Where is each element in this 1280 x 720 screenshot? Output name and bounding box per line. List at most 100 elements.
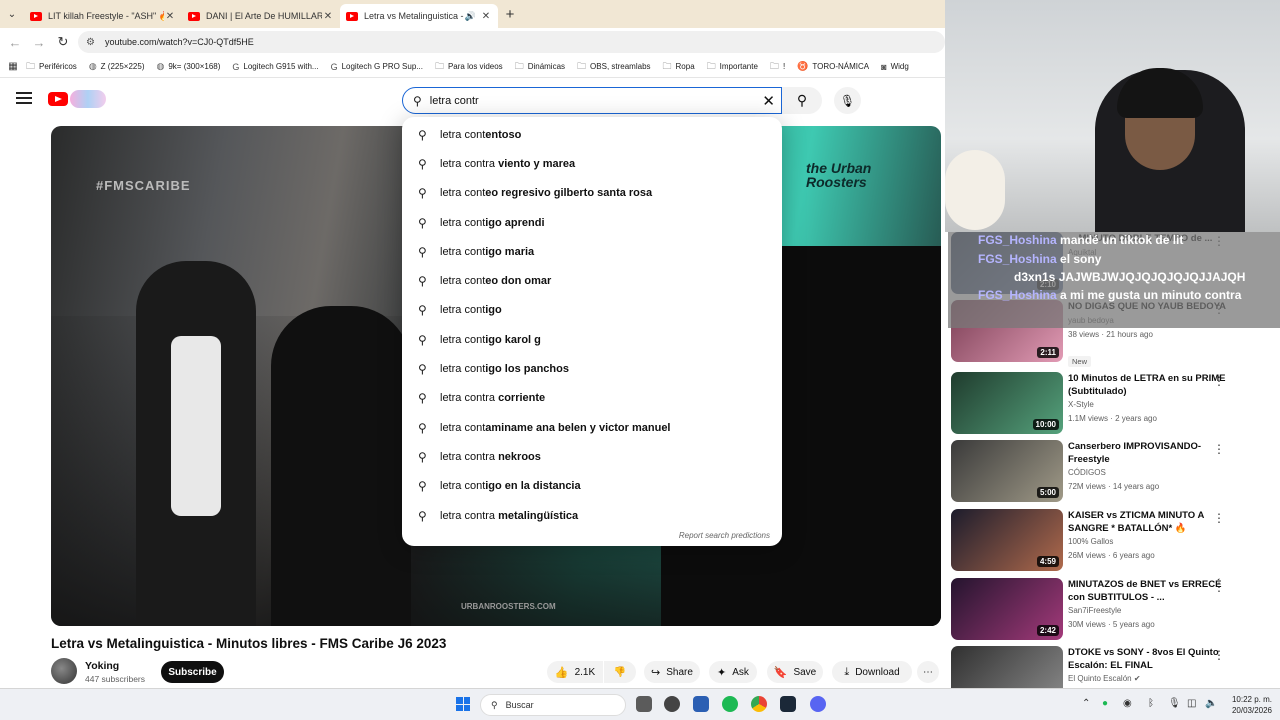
related-channel-name[interactable]: El Quinto Escalón ✔ [1068,674,1141,683]
video-thumbnail[interactable]: 5:00 [951,440,1063,502]
related-channel-name[interactable]: 100% Gallos [1068,537,1113,546]
chrome-icon[interactable] [751,696,767,712]
github-icon[interactable] [664,696,680,712]
bookmark-item[interactable]: 🗀 Importante [707,59,758,75]
site-info-icon[interactable]: ⚙ [86,37,95,48]
bookmark-item[interactable]: ◍ 9k= (300×168) [156,61,220,72]
related-video-item[interactable]: 2:42 MINUTAZOS de BNET vs ERRECÉ con SUBT… [951,578,1271,640]
video-thumbnail[interactable]: 10:00 [951,372,1063,434]
search-box[interactable]: ⚲ letra contr ✕ [402,87,782,114]
related-video-item[interactable]: DTOKE vs SONY - 8vos El Quinto Escalón: … [951,646,1271,688]
tab-3-active[interactable]: Letra vs Metalinguistica - M 🔊 ✕ [340,4,498,28]
save-button[interactable]: 🔖 Save [767,661,823,683]
suggestion-item[interactable]: ⚲ letra cont igo maria [402,237,782,266]
voice-search-icon[interactable]: 🎙 [834,87,861,114]
bluetooth-icon[interactable]: ᛒ [1148,698,1154,709]
discord-icon[interactable] [810,696,826,712]
related-video-item[interactable]: 5:00 Canserbero IMPROVISANDO- Freestyle CÓ… [951,440,1271,502]
reload-icon[interactable]: ↻ [51,34,75,50]
bookmark-item[interactable]: 🗀 Periféricos [26,59,77,75]
suggestion-item[interactable]: ⚲ letra cont igo [402,296,782,325]
share-button[interactable]: ↪ Share [644,661,700,683]
bookmark-item[interactable]: 🗀! [770,59,785,75]
youtube-logo[interactable] [48,92,68,106]
task-view-icon[interactable] [636,696,652,712]
bookmark-item[interactable]: G Logitech G915 with... [232,62,318,72]
suggestion-item[interactable]: ⚲ letra contra corriente [402,384,782,413]
tab-close-icon[interactable]: ✕ [164,11,176,22]
windows-start-icon[interactable] [456,697,470,711]
tray-overflow-icon[interactable]: ⌃ [1082,698,1090,709]
tab-search-dropdown[interactable]: ⌄ [0,0,24,28]
bookmark-item[interactable]: ◙ Widg [881,62,909,72]
suggestion-item[interactable]: ⚲ letra cont igo los panchos [402,354,782,383]
steam-icon[interactable] [780,696,796,712]
video-thumbnail[interactable]: 4:59 [951,509,1063,571]
audio-playing-icon[interactable]: 🔊 [465,11,476,22]
discord-tray-icon[interactable]: ◉ [1123,698,1132,709]
like-button[interactable]: 👍 2.1K [547,661,603,683]
bookmark-item[interactable]: ◍ Z (225×225) [89,61,145,72]
dislike-button[interactable]: 👎 [604,661,636,683]
suggestion-item[interactable]: ⚲ letra cont aminame ana belen y victor ma… [402,413,782,442]
back-icon[interactable]: ← [3,35,27,50]
related-video-title[interactable]: KAISER vs ZTICMA MINUTO A SANGRE * BATAL… [1068,509,1228,535]
youtube-doodle[interactable] [70,90,106,108]
suggestion-item[interactable]: ⚲ letra cont entoso [402,120,782,149]
system-clock[interactable]: 10:22 p. m. 20/03/2026 [1222,694,1272,716]
channel-name[interactable]: Yoking [85,660,119,672]
bookmark-item[interactable]: G Logitech G PRO Sup... [331,62,423,72]
new-tab-button[interactable]: + [498,6,522,23]
url-field[interactable]: ⚙ youtube.com/watch?v=CJ0-QTdf5HE [78,31,945,53]
suggestion-item[interactable]: ⚲ letra cont eo regresivo gilberto santa r… [402,179,782,208]
related-channel-name[interactable]: CÓDIGOS [1068,468,1106,477]
related-video-title[interactable]: Canserbero IMPROVISANDO- Freestyle [1068,440,1228,466]
taskbar-search[interactable]: ⚲ Buscar [480,694,626,716]
more-options-icon[interactable]: ⋮ [1213,442,1225,456]
mic-tray-icon[interactable]: 🎙 [1168,698,1181,709]
forward-icon[interactable]: → [27,35,51,50]
clear-search-icon[interactable]: ✕ [762,92,775,110]
search-button[interactable]: ⚲ [782,87,822,114]
ask-button[interactable]: ✦ Ask [709,661,757,683]
related-video-item[interactable]: 10:00 10 Minutos de LETRA en su PRIME (Su… [951,372,1271,434]
related-channel-name[interactable]: San7iFreestyle [1068,606,1121,615]
suggestion-item[interactable]: ⚲ letra contra viento y marea [402,149,782,178]
subscribe-button[interactable]: Subscribe [161,661,224,683]
suggestion-item[interactable]: ⚲ letra contra metalingüística [402,501,782,530]
related-video-title[interactable]: DTOKE vs SONY - 8vos El Quinto Escalón: … [1068,646,1228,672]
more-options-icon[interactable]: ⋮ [1213,511,1225,525]
more-options-icon[interactable]: ⋮ [1213,648,1225,662]
video-thumbnail[interactable] [951,646,1063,688]
suggestion-item[interactable]: ⚲ letra cont eo don omar [402,266,782,295]
suggestion-item[interactable]: ⚲ letra cont igo en la distancia [402,472,782,501]
bookmark-item[interactable]: ♉ TORO-NÁMICA [797,61,869,72]
tab-1[interactable]: LIT killah Freestyle - "ASH" 🔥 - ✕ [24,4,182,28]
related-channel-name[interactable]: X-Style [1068,400,1094,409]
bookmark-item[interactable]: 🗀 Dinámicas [515,59,565,75]
more-options-icon[interactable]: ⋮ [1213,580,1225,594]
related-video-title[interactable]: 10 Minutos de LETRA en su PRIME (Subtitu… [1068,372,1228,398]
network-icon[interactable]: ◫ [1187,698,1196,709]
menu-icon[interactable] [16,92,32,104]
apps-icon[interactable]: ▦ [0,61,26,72]
suggestion-item[interactable]: ⚲ letra cont igo aprendi [402,208,782,237]
dev-app-icon[interactable] [693,696,709,712]
tab-close-icon[interactable]: ✕ [322,11,334,22]
related-video-title[interactable]: MINUTAZOS de BNET vs ERRECÉ con SUBTITUL… [1068,578,1228,604]
bookmark-item[interactable]: 🗀 OBS, streamlabs [577,59,650,75]
channel-avatar[interactable] [51,658,77,684]
tab-2[interactable]: DANI | El Arte De HUMILLAR Si ✕ [182,4,340,28]
suggestion-item[interactable]: ⚲ letra contra nekroos [402,442,782,471]
report-predictions-link[interactable]: Report search predictions [679,531,770,540]
spotify-icon[interactable] [722,696,738,712]
related-video-item[interactable]: 4:59 KAISER vs ZTICMA MINUTO A SANGRE * B… [951,509,1271,571]
volume-icon[interactable]: 🔈 [1205,698,1217,709]
video-thumbnail[interactable]: 2:42 [951,578,1063,640]
bookmark-item[interactable]: 🗀 Ropa [663,59,695,75]
search-input[interactable]: letra contr [430,95,763,107]
more-options-icon[interactable]: ⋮ [1213,374,1225,388]
spotify-tray-icon[interactable]: ● [1102,698,1108,709]
download-button[interactable]: ⤓ Download [832,661,912,683]
suggestion-item[interactable]: ⚲ letra cont igo karol g [402,325,782,354]
